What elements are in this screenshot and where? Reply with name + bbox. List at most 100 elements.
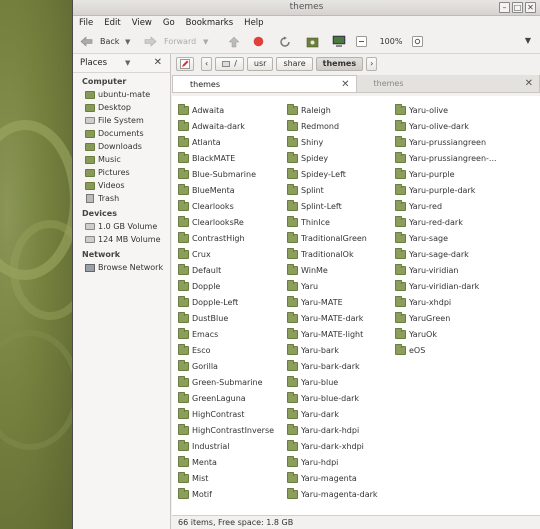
path-scroll-right[interactable]: › (366, 56, 378, 71)
folder-item[interactable]: eOS (395, 342, 497, 358)
folder-item[interactable]: Yaru-magenta (287, 470, 378, 486)
folder-item[interactable]: Yaru-blue (287, 374, 378, 390)
menu-help[interactable]: Help (244, 18, 263, 28)
folder-item[interactable]: Yaru-blue-dark (287, 390, 378, 406)
reload-icon[interactable] (271, 35, 299, 49)
computer-icon[interactable] (325, 35, 353, 49)
forward-button[interactable]: Forward (143, 32, 203, 52)
folder-item[interactable]: Splint-Left (287, 198, 378, 214)
sidebar-header[interactable]: Places ▼ ✕ (73, 54, 170, 73)
folder-item[interactable]: Gorilla (178, 358, 274, 374)
stop-icon[interactable] (245, 35, 271, 49)
folder-item[interactable]: YaruGreen (395, 310, 497, 326)
tab-close-icon[interactable]: ✕ (341, 76, 349, 93)
sidebar-item[interactable]: 1.0 GB Volume (73, 220, 170, 233)
menu-bookmarks[interactable]: Bookmarks (186, 18, 234, 28)
tab-close-icon[interactable]: ✕ (525, 75, 533, 92)
folder-item[interactable]: YaruOk (395, 326, 497, 342)
folder-item[interactable]: Yaru-MATE-dark (287, 310, 378, 326)
folder-item[interactable]: Yaru-sage (395, 230, 497, 246)
menu-view[interactable]: View (132, 18, 152, 28)
home-icon[interactable] (299, 35, 325, 49)
folder-item[interactable]: Crux (178, 246, 274, 262)
tab-themes-inactive[interactable]: themes ✕ (356, 75, 540, 92)
sidebar-dropdown-icon[interactable]: ▼ (125, 59, 130, 67)
folder-item[interactable]: Yaru-prussiangreen (395, 134, 497, 150)
folder-item[interactable]: ThinIce (287, 214, 378, 230)
folder-item[interactable]: Raleigh (287, 102, 378, 118)
folder-item[interactable]: Yaru-xhdpi (395, 294, 497, 310)
folder-item[interactable]: Yaru-dark (287, 406, 378, 422)
sidebar-item[interactable]: Trash (73, 192, 170, 205)
folder-item[interactable]: Yaru-purple (395, 166, 497, 182)
back-dropdown-icon[interactable]: ▼ (125, 38, 143, 46)
folder-item[interactable]: ClearlooksRe (178, 214, 274, 230)
sidebar-item[interactable]: Documents (73, 127, 170, 140)
folder-item[interactable]: Yaru-bark (287, 342, 378, 358)
up-arrow-icon[interactable] (223, 35, 245, 49)
folder-item[interactable]: Yaru-viridian-dark (395, 278, 497, 294)
folder-item[interactable]: Yaru-bark-dark (287, 358, 378, 374)
back-button[interactable]: Back (79, 32, 125, 52)
folder-item[interactable]: Splint (287, 182, 378, 198)
titlebar[interactable]: themes – □ ✕ (73, 0, 540, 16)
path-root[interactable]: / (215, 56, 244, 71)
folder-item[interactable]: Clearlooks (178, 198, 274, 214)
folder-item[interactable]: Yaru-red (395, 198, 497, 214)
folder-item[interactable]: Shiny (287, 134, 378, 150)
folder-item[interactable]: Yaru-dark-xhdpi (287, 438, 378, 454)
folder-item[interactable]: Esco (178, 342, 274, 358)
folder-item[interactable]: HighContrast (178, 406, 274, 422)
folder-item[interactable]: Yaru-viridian (395, 262, 497, 278)
folder-item[interactable]: Yaru-sage-dark (395, 246, 497, 262)
folder-item[interactable]: Yaru-olive (395, 102, 497, 118)
sidebar-close-icon[interactable]: ✕ (154, 57, 162, 68)
folder-item[interactable]: Spidey (287, 150, 378, 166)
folder-item[interactable]: Dopple (178, 278, 274, 294)
folder-item[interactable]: Green-Submarine (178, 374, 274, 390)
folder-item[interactable]: Yaru (287, 278, 378, 294)
folder-item[interactable]: Mist (178, 470, 274, 486)
folder-item[interactable]: Motif (178, 486, 274, 502)
folder-item[interactable]: Emacs (178, 326, 274, 342)
folder-item[interactable]: WinMe (287, 262, 378, 278)
path-themes[interactable]: themes (315, 56, 364, 71)
folder-item[interactable]: Default (178, 262, 274, 278)
folder-item[interactable]: ContrastHigh (178, 230, 274, 246)
folder-item[interactable]: Industrial (178, 438, 274, 454)
minimize-button[interactable]: – (499, 2, 510, 13)
tab-themes-active[interactable]: themes ✕ (172, 75, 357, 92)
folder-item[interactable]: BlueMenta (178, 182, 274, 198)
folder-item[interactable]: BlackMATE (178, 150, 274, 166)
folder-item[interactable]: Yaru-prussiangreen-... (395, 150, 497, 166)
folder-item[interactable]: Yaru-olive-dark (395, 118, 497, 134)
folder-item[interactable]: Yaru-purple-dark (395, 182, 497, 198)
folder-item[interactable]: Redmond (287, 118, 378, 134)
sidebar-item[interactable]: Downloads (73, 140, 170, 153)
sidebar-item[interactable]: File System (73, 114, 170, 127)
menu-go[interactable]: Go (163, 18, 175, 28)
folder-item[interactable]: Menta (178, 454, 274, 470)
sidebar-item[interactable]: Music (73, 153, 170, 166)
sidebar-item[interactable]: Pictures (73, 166, 170, 179)
folder-item[interactable]: Spidey-Left (287, 166, 378, 182)
folder-item[interactable]: Yaru-hdpi (287, 454, 378, 470)
menu-file[interactable]: File (79, 18, 93, 28)
folder-item[interactable]: TraditionalGreen (287, 230, 378, 246)
sidebar-item[interactable]: 124 MB Volume (73, 233, 170, 246)
maximize-button[interactable]: □ (512, 2, 523, 13)
folder-item[interactable]: TraditionalOk (287, 246, 378, 262)
toolbar-overflow-icon[interactable]: ▼ (525, 36, 531, 45)
close-button[interactable]: ✕ (525, 2, 536, 13)
path-share[interactable]: share (276, 56, 313, 71)
menu-edit[interactable]: Edit (104, 18, 120, 28)
folder-item[interactable]: Yaru-MATE (287, 294, 378, 310)
folder-item[interactable]: Yaru-dark-hdpi (287, 422, 378, 438)
path-usr[interactable]: usr (246, 56, 274, 71)
folder-item[interactable]: Atlanta (178, 134, 274, 150)
folder-item[interactable]: Adwaita-dark (178, 118, 274, 134)
edit-location-button[interactable] (176, 56, 194, 71)
zoom-out-icon[interactable] (353, 35, 369, 49)
folder-item[interactable]: Adwaita (178, 102, 274, 118)
folder-item[interactable]: Dopple-Left (178, 294, 274, 310)
